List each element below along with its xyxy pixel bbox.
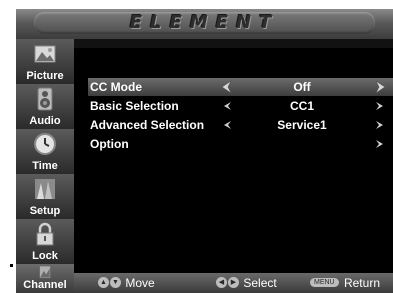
menu-row-label: Option [90, 137, 129, 151]
hint-select-label: Select [243, 276, 277, 290]
menu-row-basic-selection[interactable]: Basic Selection CC1 [88, 97, 393, 115]
sidebar-item-label: Channel [23, 279, 67, 291]
picture-icon [34, 45, 56, 63]
sidebar-item-time[interactable]: Time [16, 129, 74, 175]
down-key-icon: ▼ [110, 277, 121, 289]
menu-row-value: Off [293, 80, 311, 94]
sidebar-item-label: Picture [26, 70, 64, 82]
arrow-right-icon[interactable] [373, 99, 387, 113]
cc-settings-panel: CC Mode Off Basic Selection CC1 Advanced… [74, 39, 393, 273]
sidebar-item-label: Lock [32, 250, 58, 262]
channel-icon [39, 265, 51, 279]
arrow-left-icon[interactable] [220, 118, 234, 132]
sidebar: Picture Audio Time Setup Lock Channel [16, 39, 74, 293]
hint-select: ◀ ▶ Select [216, 275, 277, 291]
menu-row-value: CC1 [289, 99, 314, 113]
brand-logo: ELEMENT [129, 12, 280, 33]
sidebar-item-picture[interactable]: Picture [16, 39, 74, 85]
speaker-icon [37, 87, 53, 111]
tab-bar [74, 39, 393, 48]
left-key-icon: ◀ [216, 277, 227, 289]
menu-row-cc-mode[interactable]: CC Mode Off [88, 78, 393, 96]
sidebar-item-setup[interactable]: Setup [16, 174, 74, 220]
sidebar-item-lock[interactable]: Lock [16, 219, 74, 265]
menu-row-label: Basic Selection [90, 99, 179, 113]
hint-return-label: Return [343, 276, 380, 290]
header-bar: ELEMENT [16, 9, 393, 40]
arrow-right-icon[interactable] [373, 80, 387, 94]
menu-key-icon: MENU [310, 278, 339, 288]
menu-row-value: Service1 [277, 118, 327, 132]
padlock-icon [36, 222, 54, 246]
menu-row-option[interactable]: Option [88, 135, 393, 153]
arrow-left-icon[interactable] [220, 80, 234, 94]
sidebar-item-label: Time [32, 160, 58, 172]
right-key-icon: ▶ [228, 277, 239, 289]
hint-return: MENU Return [310, 275, 380, 291]
arrow-right-icon[interactable] [373, 118, 387, 132]
menu-row-label: CC Mode [90, 80, 142, 94]
arrow-left-icon[interactable] [220, 99, 234, 113]
sidebar-item-channel[interactable]: Channel [16, 264, 74, 293]
sidebar-item-audio[interactable]: Audio [16, 84, 74, 130]
osd-screen: ELEMENT Picture Audio Time Setup Lock Ch… [16, 9, 393, 293]
footer-help-bar: ▲ ▼ Move ◀ ▶ Select MENU Return [74, 273, 393, 293]
menu-row-label: Advanced Selection [90, 118, 205, 132]
hint-move: ▲ ▼ Move [98, 275, 155, 291]
sidebar-item-label: Setup [29, 205, 61, 217]
arrow-right-icon[interactable] [373, 137, 387, 151]
menu-row-advanced-selection[interactable]: Advanced Selection Service1 [88, 116, 393, 134]
up-key-icon: ▲ [98, 277, 109, 289]
sidebar-item-label: Audio [29, 115, 61, 127]
setup-icon [35, 179, 55, 199]
hint-move-label: Move [125, 276, 155, 290]
clock-icon [34, 133, 56, 155]
stray-dot [10, 264, 13, 267]
